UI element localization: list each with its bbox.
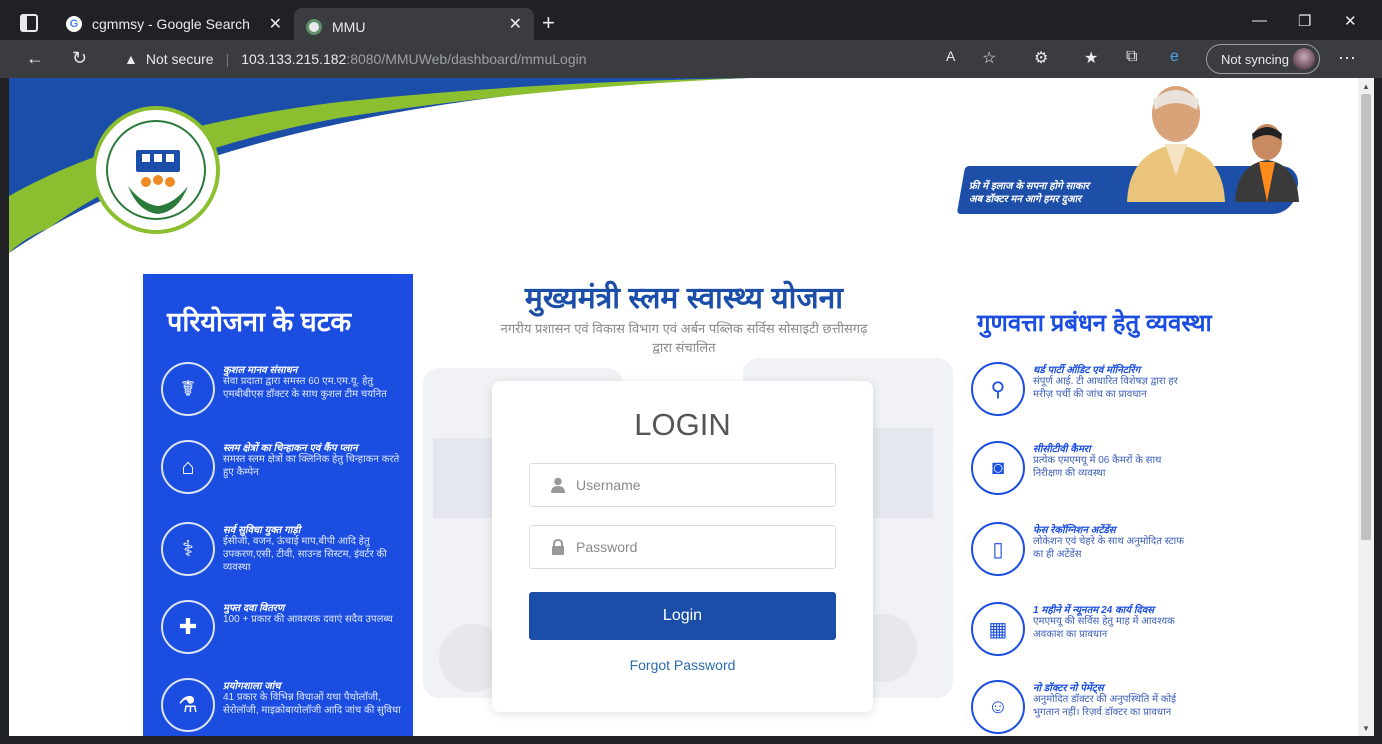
calendar-icon: ▦ (971, 602, 1025, 656)
quality-desc: एमएमयू की सर्विस हेतु माह में आवश्यक अवक… (1033, 616, 1175, 640)
chief-minister-photo (1127, 86, 1225, 202)
component-desc: सेवा प्रदाता द्वारा समस्त 60 एम.एम.यू. ह… (223, 376, 387, 400)
security-label: Not secure (145, 51, 214, 67)
project-components-panel: परियोजना के घटक ☤ कुशल मानव संसाधन सेवा … (143, 274, 413, 738)
sync-label: Not syncing (1221, 51, 1289, 67)
minimize-icon[interactable]: — (1252, 12, 1267, 29)
refresh-icon[interactable]: ↻ (72, 48, 87, 69)
scheme-logo (92, 106, 220, 234)
taskbar-strip (0, 736, 1382, 744)
favorite-add-icon[interactable]: ☆ (982, 48, 996, 68)
quality-title: फेस रेकॉग्निशन अटेंडेंस (1033, 525, 1116, 536)
page-content: फ्री में इलाज के सपना होगे साकार अब डॉक्… (9, 78, 1358, 738)
quality-title: सीसीटीवी कैमरा (1033, 444, 1091, 455)
face-recognition-icon: ▯ (971, 522, 1025, 576)
left-panel-title: परियोजना के घटक (167, 307, 352, 337)
close-tab-icon[interactable]: ✕ (509, 14, 522, 34)
slogan-line-1: फ्री में इलाज के सपना होगे साकार (969, 181, 1090, 192)
slogan-text: फ्री में इलाज के सपना होगे साकार अब डॉक्… (969, 180, 1129, 206)
house-icon: ⌂ (161, 440, 215, 494)
url-path: :8080/MMUWeb/dashboard/mmuLogin (346, 51, 587, 67)
component-title: प्रयोगशाला जांच (223, 681, 281, 692)
quality-title: 1 महीने में न्यूनतम 24 कार्य दिवस (1033, 605, 1155, 616)
quality-title: नो डॉक्टर नो पेमेंट्स (1033, 683, 1104, 694)
component-desc: समस्त स्लम क्षेत्रों का क्लिनिक हेतु चिन… (223, 454, 400, 478)
favorites-icon[interactable]: ★ (1084, 48, 1098, 68)
more-icon[interactable]: ⋯ (1338, 48, 1356, 69)
component-title: कुशल मानव संसाधन (223, 365, 298, 376)
close-tab-icon[interactable]: ✕ (269, 14, 282, 34)
scroll-up-icon[interactable]: ▲ (1362, 82, 1370, 91)
login-heading: LOGIN (634, 407, 731, 442)
divider: | (225, 51, 230, 67)
back-icon[interactable]: ← (26, 48, 44, 69)
scheme-title: मुख्यमंत्री स्लम स्वास्थ्य योजना (524, 282, 844, 315)
password-input[interactable] (576, 539, 816, 555)
edge-icon[interactable]: e (1170, 48, 1179, 66)
quality-desc: अनुमोदित डॉक्टर की अनुपस्थिति में कोई भु… (1033, 694, 1177, 718)
login-button[interactable]: Login (529, 592, 836, 640)
warning-icon: ▲ (124, 51, 138, 67)
scheme-subtitle: नगरीय प्रशासन एवं विकास विभाग एवं अर्बन … (500, 321, 868, 355)
scrollbar-thumb[interactable] (1361, 94, 1371, 540)
forgot-password-link[interactable]: Forgot Password (492, 657, 873, 673)
component-title: सर्व सुविधा युक्त गाड़ी (223, 525, 301, 536)
quality-desc: प्रत्येक एमएमयू में 06 कैमरों के साथ निर… (1033, 455, 1162, 479)
component-title: मुफ्त दवा वितरण (223, 603, 285, 614)
user-icon (551, 477, 565, 493)
sync-button[interactable]: Not syncing (1206, 44, 1320, 74)
right-panel-title: गुणवत्ता प्रबंधन हेतु व्यवस्था (977, 310, 1212, 337)
profile-avatar (1293, 48, 1315, 70)
collections-icon[interactable]: ⧉ (1126, 48, 1137, 66)
component-title: स्लम क्षेत्रों का चिन्हाकन एवं कैंप प्ला… (223, 443, 358, 454)
tab-title: MMU (332, 19, 366, 35)
slogan-line-2: अब डॉक्टर मन आगे हमर दुआर (969, 194, 1082, 205)
tab-actions-icon[interactable] (20, 14, 38, 32)
tab-title: cgmmsy - Google Search (92, 16, 250, 32)
google-icon: G (66, 16, 82, 32)
read-aloud-icon[interactable]: A (946, 48, 955, 64)
quality-title: थर्ड पार्टी ऑडिट एवं मॉनिटरिंग (1033, 365, 1141, 376)
stethoscope-icon: ☤ (161, 362, 215, 416)
new-tab-icon[interactable]: + (542, 10, 555, 36)
component-desc: 41 प्रकार के विभिन्न विधाओं यथा पैथोलॉजी… (223, 692, 401, 716)
audit-icon: ⚲ (971, 362, 1025, 416)
vertical-scrollbar[interactable]: ▲ ▼ (1358, 78, 1374, 738)
doctor-icon: ☺ (971, 680, 1025, 734)
url-host: 103.133.215.182 (241, 51, 347, 67)
tab-google-search[interactable]: G cgmmsy - Google Search ✕ (54, 8, 294, 40)
minister-photo (1235, 124, 1299, 202)
maximize-icon[interactable]: ❐ (1298, 12, 1311, 30)
lock-icon (552, 539, 564, 555)
username-input[interactable] (576, 477, 816, 493)
medicine-icon: ✚ (161, 600, 215, 654)
microscope-icon: ⚗ (161, 678, 215, 732)
quality-desc: संपूर्ण आई. टी आधारित विशेषज्ञ द्वारा हर… (1033, 376, 1178, 400)
password-field[interactable] (529, 525, 836, 569)
quality-desc: लोकेशन एवं चेहरे के साथ अनुमोदित स्टाफ क… (1033, 536, 1184, 560)
scroll-down-icon[interactable]: ▼ (1362, 724, 1370, 733)
username-field[interactable] (529, 463, 836, 507)
browser-toolbar: ← ↻ ▲ Not secure | 103.133.215.182 :8080… (0, 40, 1382, 78)
address-bar[interactable]: ▲ Not secure | 103.133.215.182 :8080/MMU… (110, 44, 1010, 74)
close-window-icon[interactable]: ✕ (1344, 12, 1357, 30)
component-desc: ईसीजी, वजन, ऊंचाई माप,बीपी आदि हेतु उपकर… (223, 536, 387, 573)
login-card: LOGIN Login Forgot Password (492, 381, 873, 712)
extensions-icon[interactable]: ⚙ (1034, 48, 1048, 68)
logo-graphic (128, 150, 188, 214)
medical-equipment-icon: ⚕ (161, 522, 215, 576)
site-icon (306, 19, 322, 35)
cctv-icon: ◙ (971, 441, 1025, 495)
component-desc: 100 + प्रकार की आवश्यक दवाएं सदैव उपलब्ध (223, 614, 393, 625)
